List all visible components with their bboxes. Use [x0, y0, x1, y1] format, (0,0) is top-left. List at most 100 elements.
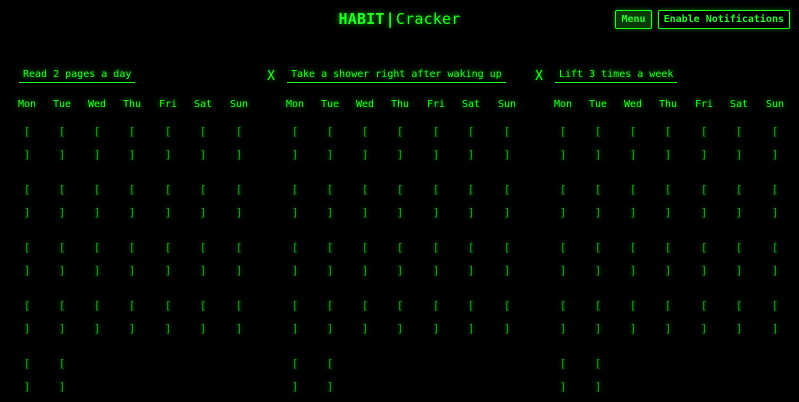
habit-day-checkbox[interactable]: []	[20, 242, 34, 282]
habit-day-checkbox[interactable]: []	[358, 184, 372, 224]
habit-day-checkbox[interactable]: []	[161, 184, 175, 224]
habit-name[interactable]: Take a shower right after waking up	[287, 69, 506, 83]
weekday-label: Tue	[320, 99, 340, 110]
habit-day-checkbox[interactable]: []	[90, 184, 104, 224]
habit-day-checkbox[interactable]: []	[55, 184, 69, 224]
habit-day-checkbox[interactable]: []	[232, 184, 246, 224]
habit-day-checkbox[interactable]: []	[626, 300, 640, 340]
habit-day-checkbox[interactable]: []	[125, 300, 139, 340]
habit-day-checkbox[interactable]: []	[196, 300, 210, 340]
habit-day-checkbox[interactable]: []	[393, 184, 407, 224]
habit-day-checkbox[interactable]: []	[90, 242, 104, 282]
habit-day-checkbox[interactable]: []	[697, 242, 711, 282]
habit-day-checkbox[interactable]: []	[161, 242, 175, 282]
habit-day-checkbox[interactable]: []	[393, 126, 407, 166]
habit-day-checkbox[interactable]: []	[500, 184, 514, 224]
habit-day-checkbox[interactable]: []	[464, 126, 478, 166]
habit-day-checkbox[interactable]: []	[556, 358, 570, 398]
habit-day-checkbox[interactable]: []	[591, 242, 605, 282]
habit-day-checkbox[interactable]: []	[429, 126, 443, 166]
habit-day-checkbox[interactable]: []	[393, 242, 407, 282]
habit-name[interactable]: Read 2 pages a day	[19, 69, 136, 83]
habit-day-checkbox[interactable]: []	[429, 184, 443, 224]
habit-day-checkbox[interactable]: []	[768, 184, 782, 224]
menu-button[interactable]: Menu	[615, 10, 652, 29]
habit-day-checkbox[interactable]: []	[626, 242, 640, 282]
remove-habit-button[interactable]: X	[267, 70, 275, 83]
habit-day-checkbox[interactable]: []	[90, 300, 104, 340]
checkbox-close-bracket: ]	[559, 148, 567, 161]
habit-day-checkbox[interactable]: []	[358, 126, 372, 166]
habit-day-checkbox[interactable]: []	[556, 184, 570, 224]
habit-day-checkbox[interactable]: []	[90, 126, 104, 166]
habit-day-checkbox[interactable]: []	[626, 126, 640, 166]
habit-day-checkbox[interactable]: []	[429, 242, 443, 282]
remove-habit-button[interactable]: X	[535, 70, 543, 83]
habit-day-checkbox[interactable]: []	[125, 242, 139, 282]
enable-notifications-button[interactable]: Enable Notifications	[657, 10, 790, 29]
habit-day-checkbox[interactable]: []	[556, 126, 570, 166]
habit-day-checkbox[interactable]: []	[125, 126, 139, 166]
habit-day-checkbox[interactable]: []	[732, 184, 746, 224]
habit-day-checkbox[interactable]: []	[697, 184, 711, 224]
habit-day-checkbox[interactable]: []	[464, 184, 478, 224]
habit-day-checkbox[interactable]: []	[288, 358, 302, 398]
habit-day-checkbox[interactable]: []	[393, 300, 407, 340]
habit-day-checkbox[interactable]: []	[232, 300, 246, 340]
habit-day-checkbox[interactable]: []	[323, 242, 337, 282]
habit-day-checkbox[interactable]: []	[323, 184, 337, 224]
habit-name[interactable]: Lift 3 times a week	[555, 69, 678, 83]
habit-day-checkbox[interactable]: []	[661, 126, 675, 166]
habit-day-checkbox[interactable]: []	[591, 300, 605, 340]
habit-day-checkbox[interactable]: []	[591, 126, 605, 166]
habit-day-checkbox[interactable]: []	[196, 184, 210, 224]
habit-day-checkbox[interactable]: []	[288, 300, 302, 340]
habit-day-checkbox[interactable]: []	[500, 242, 514, 282]
habit-day-checkbox[interactable]: []	[20, 300, 34, 340]
habit-day-checkbox[interactable]: []	[55, 126, 69, 166]
habit-day-checkbox[interactable]: []	[288, 184, 302, 224]
habit-day-checkbox[interactable]: []	[358, 242, 372, 282]
habit-day-checkbox[interactable]: []	[697, 300, 711, 340]
habit-day-checkbox[interactable]: []	[591, 184, 605, 224]
habit-day-checkbox[interactable]: []	[232, 242, 246, 282]
checkbox-open-bracket: [	[199, 241, 207, 254]
habit-day-checkbox[interactable]: []	[768, 242, 782, 282]
habit-day-checkbox[interactable]: []	[288, 126, 302, 166]
habit-day-checkbox[interactable]: []	[20, 358, 34, 398]
habit-day-checkbox[interactable]: []	[288, 242, 302, 282]
habit-day-checkbox[interactable]: []	[732, 242, 746, 282]
habit-day-checkbox[interactable]: []	[196, 126, 210, 166]
habit-day-checkbox[interactable]: []	[232, 126, 246, 166]
habit-day-checkbox[interactable]: []	[161, 300, 175, 340]
habit-day-checkbox[interactable]: []	[591, 358, 605, 398]
habit-day-checkbox[interactable]: []	[20, 126, 34, 166]
habit-day-checkbox[interactable]: []	[161, 126, 175, 166]
habit-day-checkbox[interactable]: []	[196, 242, 210, 282]
habit-day-checkbox[interactable]: []	[732, 126, 746, 166]
habit-day-checkbox[interactable]: []	[626, 184, 640, 224]
habit-day-checkbox[interactable]: []	[323, 358, 337, 398]
habit-day-checkbox[interactable]: []	[732, 300, 746, 340]
habit-day-checkbox[interactable]: []	[20, 184, 34, 224]
habit-day-checkbox[interactable]: []	[661, 242, 675, 282]
habit-day-checkbox[interactable]: []	[768, 126, 782, 166]
habit-day-checkbox[interactable]: []	[661, 300, 675, 340]
habit-day-checkbox[interactable]: []	[768, 300, 782, 340]
habit-day-checkbox[interactable]: []	[556, 242, 570, 282]
habit-day-checkbox[interactable]: []	[55, 300, 69, 340]
habit-day-checkbox[interactable]: []	[323, 300, 337, 340]
habit-day-checkbox[interactable]: []	[55, 242, 69, 282]
habit-day-checkbox[interactable]: []	[55, 358, 69, 398]
habit-day-checkbox[interactable]: []	[125, 184, 139, 224]
habit-day-checkbox[interactable]: []	[464, 300, 478, 340]
habit-day-checkbox[interactable]: []	[500, 126, 514, 166]
habit-day-checkbox[interactable]: []	[358, 300, 372, 340]
habit-day-checkbox[interactable]: []	[500, 300, 514, 340]
habit-day-checkbox[interactable]: []	[556, 300, 570, 340]
habit-day-checkbox[interactable]: []	[429, 300, 443, 340]
habit-day-checkbox[interactable]: []	[464, 242, 478, 282]
habit-day-checkbox[interactable]: []	[697, 126, 711, 166]
habit-day-checkbox[interactable]: []	[661, 184, 675, 224]
habit-day-checkbox[interactable]: []	[323, 126, 337, 166]
